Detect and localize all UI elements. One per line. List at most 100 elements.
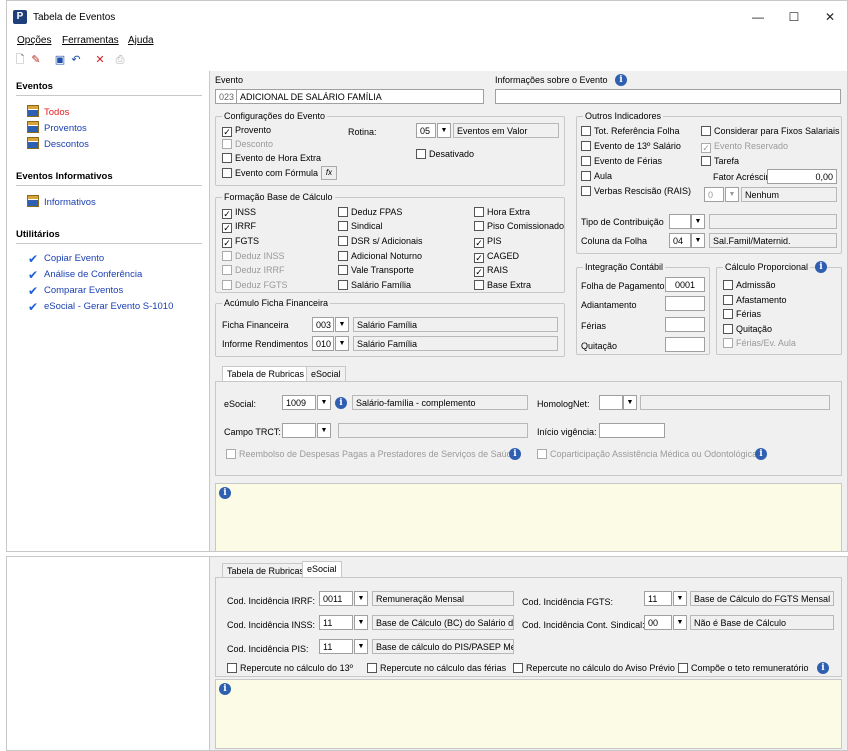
base-extra-checkbox[interactable]: Base Extra	[474, 280, 531, 292]
evento-ferias-checkbox[interactable]: Evento de Férias	[581, 156, 662, 168]
fator-acrescimo-field[interactable]: 0,00	[767, 169, 837, 184]
desativado-checkbox[interactable]: Desativado	[416, 149, 474, 161]
fgts-incidencia-dropdown[interactable]: ▼	[673, 591, 687, 606]
rais-code-field[interactable]: 0	[704, 187, 724, 202]
deduz-irrf-checkbox[interactable]: Deduz IRRF	[222, 265, 285, 277]
ferias-field[interactable]	[665, 317, 705, 332]
salario-familia-checkbox[interactable]: Salário Família	[338, 280, 411, 292]
sidebar-item-proventos[interactable]: Proventos	[27, 121, 87, 134]
adiantamento-field[interactable]	[665, 296, 705, 311]
rotina-dropdown[interactable]: ▼	[437, 123, 451, 138]
info-evento-field[interactable]	[495, 89, 841, 104]
formula-button[interactable]: fx	[321, 166, 337, 180]
menu-opcoes[interactable]: Opções	[17, 35, 51, 46]
evento-name-field[interactable]: ADICIONAL DE SALÁRIO FAMÍLIA	[236, 89, 484, 104]
sidebar-item-copiar-evento[interactable]: ✔ Copiar Evento	[27, 253, 104, 266]
sidebar-item-todos[interactable]: Todos	[27, 105, 69, 118]
sindical-incidencia-code-field[interactable]: 00	[644, 615, 672, 630]
maximize-button[interactable]: ☐	[779, 7, 809, 27]
info-icon[interactable]: i	[509, 448, 521, 460]
fgts-checkbox[interactable]: ✓ FGTS	[222, 236, 259, 248]
tipo-contrib-field[interactable]	[669, 214, 691, 229]
tab-tabela-rubricas[interactable]: Tabela de Rubricas	[222, 366, 310, 382]
irrf-checkbox[interactable]: ✓ IRRF	[222, 221, 256, 233]
repercute-aviso-checkbox[interactable]: Repercute no cálculo do Aviso Prévio	[513, 663, 675, 675]
info-icon[interactable]: i	[755, 448, 767, 460]
info-icon[interactable]: i	[615, 74, 627, 86]
sidebar-item-comparar[interactable]: ✔ Comparar Eventos	[27, 285, 123, 298]
evento-reservado-checkbox[interactable]: ✓ Evento Reservado	[701, 141, 788, 153]
info-icon[interactable]: i	[817, 662, 829, 674]
esocial-rubrica-code-field[interactable]: 1009	[282, 395, 316, 410]
quitacao-prop-checkbox[interactable]: Quitação	[723, 324, 772, 336]
inicio-vigencia-field[interactable]	[599, 423, 665, 438]
desconto-checkbox[interactable]: Desconto	[222, 139, 273, 151]
deduz-inss-checkbox[interactable]: Deduz INSS	[222, 251, 285, 263]
hora-extra-base-checkbox[interactable]: Hora Extra	[474, 207, 530, 219]
rais-dropdown[interactable]: ▼	[725, 187, 739, 202]
pis-incidencia-dropdown[interactable]: ▼	[354, 639, 368, 654]
afastamento-checkbox[interactable]: Afastamento	[723, 295, 787, 307]
edit-icon[interactable]: ✎	[29, 53, 43, 67]
coluna-folha-code-field[interactable]: 04	[669, 233, 691, 248]
info-icon[interactable]: i	[335, 397, 347, 409]
info-icon[interactable]: i	[815, 261, 827, 273]
inss-checkbox[interactable]: ✓ INSS	[222, 207, 256, 219]
inss-incidencia-code-field[interactable]: 11	[319, 615, 353, 630]
reembolso-checkbox[interactable]: Reembolso de Despesas Pagas a Prestadore…	[226, 449, 517, 461]
compoe-teto-checkbox[interactable]: Compõe o teto remuneratório	[678, 663, 809, 675]
sindical-incidencia-dropdown[interactable]: ▼	[673, 615, 687, 630]
irrf-incidencia-dropdown[interactable]: ▼	[354, 591, 368, 606]
piso-comissionado-checkbox[interactable]: Piso Comissionado	[474, 221, 564, 233]
campo-trct-dropdown[interactable]: ▼	[317, 423, 331, 438]
hora-extra-checkbox[interactable]: Evento de Hora Extra	[222, 153, 321, 165]
informe-code-field[interactable]: 010	[312, 336, 334, 351]
vale-transporte-checkbox[interactable]: Vale Transporte	[338, 265, 414, 277]
menu-ajuda[interactable]: Ajuda	[128, 35, 154, 46]
sidebar-item-informativos[interactable]: Informativos	[27, 195, 96, 208]
rais-checkbox[interactable]: ✓ RAIS	[474, 265, 508, 277]
repercute-13-checkbox[interactable]: Repercute no cálculo do 13º	[227, 663, 353, 675]
provento-checkbox[interactable]: ✓ Provento	[222, 125, 271, 137]
inss-incidencia-dropdown[interactable]: ▼	[354, 615, 368, 630]
formula-checkbox[interactable]: Evento com Fórmula	[222, 168, 318, 180]
irrf-incidencia-code-field[interactable]: 0011	[319, 591, 353, 606]
caged-checkbox[interactable]: ✓ CAGED	[474, 251, 519, 263]
sindical-checkbox[interactable]: Sindical	[338, 221, 383, 233]
admissao-checkbox[interactable]: Admissão	[723, 280, 776, 292]
repercute-ferias-checkbox[interactable]: Repercute no cálculo das férias	[367, 663, 506, 675]
new-icon[interactable]: 🗋	[13, 53, 27, 67]
deduz-fgts-checkbox[interactable]: Deduz FGTS	[222, 280, 288, 292]
sidebar-item-descontos[interactable]: Descontos	[27, 137, 89, 150]
close-button[interactable]: ✕	[815, 7, 845, 27]
ferias-prop-checkbox[interactable]: Férias	[723, 309, 761, 321]
tab-esocial[interactable]: eSocial	[306, 366, 346, 382]
tot-ref-folha-checkbox[interactable]: Tot. Referência Folha	[581, 126, 680, 138]
homolognet-field[interactable]	[599, 395, 623, 410]
ficha-dropdown[interactable]: ▼	[335, 317, 349, 332]
aula-checkbox[interactable]: Aula	[581, 171, 612, 183]
sidebar-item-esocial-s1010[interactable]: ✔ eSocial - Gerar Evento S-1010	[27, 301, 173, 314]
sidebar-item-analise[interactable]: ✔ Análise de Conferência	[27, 269, 142, 282]
homolognet-dropdown[interactable]: ▼	[623, 395, 637, 410]
evento-code-field[interactable]: 023	[215, 89, 237, 104]
folha-pagamento-field[interactable]: 0001	[665, 277, 705, 292]
esocial-rubrica-dropdown[interactable]: ▼	[317, 395, 331, 410]
coluna-folha-dropdown[interactable]: ▼	[691, 233, 705, 248]
informe-dropdown[interactable]: ▼	[335, 336, 349, 351]
deduz-fpas-checkbox[interactable]: Deduz FPAS	[338, 207, 402, 219]
minimize-button[interactable]: —	[743, 7, 773, 27]
coparticipacao-checkbox[interactable]: Coparticipação Assistência Médica ou Odo…	[537, 449, 757, 461]
ficha-code-field[interactable]: 003	[312, 317, 334, 332]
evento-13-checkbox[interactable]: Evento de 13º Salário	[581, 141, 681, 153]
print-icon[interactable]: ⎙	[113, 53, 127, 67]
fixos-salariais-checkbox[interactable]: Considerar para Fixos Salariais	[701, 126, 840, 138]
tarefa-checkbox[interactable]: Tarefa	[701, 156, 739, 168]
dsr-checkbox[interactable]: DSR s/ Adicionais	[338, 236, 423, 248]
delete-icon[interactable]: ✕	[93, 53, 107, 67]
pis-incidencia-code-field[interactable]: 11	[319, 639, 353, 654]
adicional-noturno-checkbox[interactable]: Adicional Noturno	[338, 251, 422, 263]
tipo-contrib-dropdown[interactable]: ▼	[691, 214, 705, 229]
tab-esocial[interactable]: eSocial	[302, 561, 342, 577]
quitacao-field[interactable]	[665, 337, 705, 352]
